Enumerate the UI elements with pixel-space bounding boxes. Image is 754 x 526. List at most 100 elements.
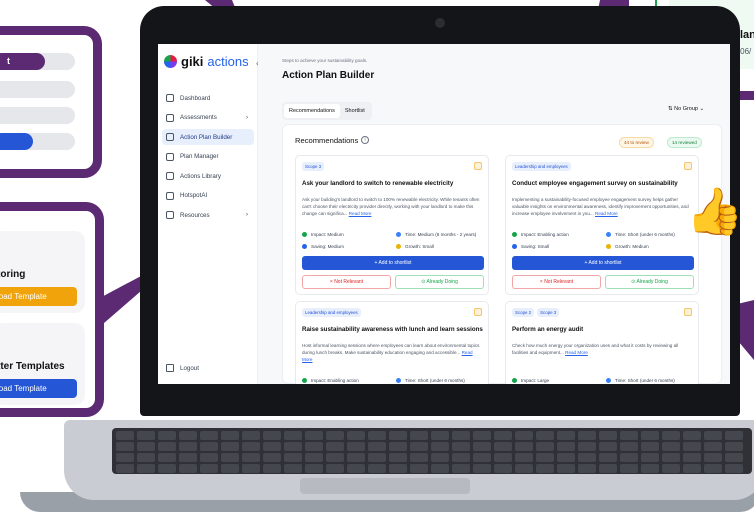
keyboard-key (641, 442, 659, 451)
keyboard-key (305, 453, 323, 462)
sidebar-item-label: Plan Manager (180, 153, 219, 160)
attribute-text: Saving: Small (521, 244, 550, 249)
keyboard-key (242, 431, 260, 440)
recommendation-card: Scope 2 Scope 3 Perform an energy audit Che… (505, 301, 699, 384)
keyboard-key (158, 453, 176, 462)
tab-shortlist[interactable]: Shortlist (340, 104, 370, 118)
bookmark-icon[interactable] (474, 162, 482, 170)
primary-button[interactable] (0, 133, 33, 150)
impact-icon (302, 232, 307, 237)
laptop-trackpad (300, 478, 470, 494)
page-title: Action Plan Builder (282, 70, 375, 81)
keyboard-key (137, 464, 155, 473)
keyboard-key (263, 464, 281, 473)
add-to-shortlist-button[interactable]: + Add to shortlist (302, 256, 484, 270)
group-select[interactable]: ⇅ No Group ⌄ (668, 106, 704, 112)
app-logo[interactable]: giki actions (164, 54, 249, 69)
not-relevant-button[interactable]: × Not Relevant (302, 275, 391, 289)
keyboard-key (116, 431, 134, 440)
attribute-text: Impact: Large (521, 378, 550, 383)
not-relevant-button[interactable]: × Not Relevant (512, 275, 601, 289)
download-template-button[interactable]: load Template (0, 287, 77, 306)
keyboard-key (473, 431, 491, 440)
keyboard-key (221, 431, 239, 440)
keyboard-key (200, 442, 218, 451)
chevron-down-icon: ⌄ (698, 106, 705, 112)
card-title: Ask your landlord to switch to renewable… (302, 180, 454, 187)
bookmark-icon[interactable] (474, 308, 482, 316)
keyboard-key (494, 442, 512, 451)
bookmark-icon[interactable] (684, 162, 692, 170)
dashboard-icon (166, 94, 174, 102)
card-description-text: Host informal learning sessions where em… (302, 343, 480, 355)
tab-recommendations[interactable]: Recommendations (284, 104, 340, 118)
sidebar-item[interactable]: Assessments › (162, 110, 254, 126)
keyboard-key (641, 431, 659, 440)
keyboard-key (158, 464, 176, 473)
keyboard-key (452, 431, 470, 440)
card-attribute: Saving: Small (512, 244, 549, 249)
keyboard-key (200, 453, 218, 462)
keyboard-key (431, 464, 449, 473)
recommendation-card: Scope 3 Ask your landlord to switch to re… (295, 155, 489, 295)
laptop-keyboard (112, 428, 752, 474)
camera-icon (435, 18, 445, 28)
sidebar-item[interactable]: Action Plan Builder (162, 129, 254, 145)
clock-icon (396, 378, 401, 383)
keyboard-key (347, 431, 365, 440)
add-to-shortlist-button[interactable]: + Add to shortlist (512, 256, 694, 270)
sidebar-item[interactable]: Actions Library (162, 168, 254, 184)
keyboard-key (347, 464, 365, 473)
breadcrumb: Steps to achieve your sustainability goa… (282, 58, 368, 63)
keyboard-key (368, 464, 386, 473)
keyboard-key (221, 464, 239, 473)
card-description: Implementing a sustainability-focused em… (512, 196, 694, 217)
keyboard-key (326, 442, 344, 451)
read-more-link[interactable]: Read More (565, 350, 588, 355)
info-icon[interactable]: i (361, 136, 369, 144)
card-attribute: Impact: Medium (302, 232, 344, 237)
sidebar-item[interactable]: Plan Manager (162, 149, 254, 165)
attribute-text: Saving: Medium (311, 244, 344, 249)
key-row (116, 453, 743, 462)
check-circle-icon (166, 133, 174, 141)
already-doing-button[interactable]: ⊙ Already Doing (395, 275, 484, 289)
card-description-text: Ask your building's landlord to switch t… (302, 197, 480, 216)
read-more-link[interactable]: Read More (349, 211, 372, 216)
keyboard-key (389, 442, 407, 451)
download-template-button[interactable]: load Template (0, 379, 77, 398)
keyboard-key (578, 431, 596, 440)
chevron-right-icon: › (246, 212, 248, 218)
keyboard-key (410, 431, 428, 440)
attribute-text: Impact: Enabling action (521, 232, 569, 237)
sidebar-item-label: Actions Library (180, 172, 221, 180)
recommendations-panel: Recommendations i 44 to review 14 review… (282, 124, 722, 384)
progress-bar-fill: t (0, 53, 45, 70)
keyboard-key (662, 442, 680, 451)
sidebar-item[interactable]: Dashboard (162, 90, 254, 106)
read-more-link[interactable]: Read More (595, 211, 618, 216)
logout-button[interactable]: Logout (166, 364, 199, 372)
impact-icon (512, 378, 517, 383)
keyboard-key (515, 453, 533, 462)
keyboard-key (263, 453, 281, 462)
keyboard-key (704, 442, 722, 451)
keyboard-key (536, 464, 554, 473)
main-content: Steps to achieve your sustainability goa… (258, 44, 730, 384)
already-doing-button[interactable]: ⊙ Already Doing (605, 275, 694, 289)
keyboard-key (368, 442, 386, 451)
attribute-text: Growth: Small (405, 244, 434, 249)
sidebar-item[interactable]: HotspotAI (162, 188, 254, 204)
keyboard-key (557, 464, 575, 473)
sliders-icon (166, 152, 174, 161)
saving-icon (302, 244, 307, 249)
keyboard-key (284, 442, 302, 451)
keyboard-key (536, 453, 554, 462)
growth-icon (606, 244, 611, 249)
sidebar-item[interactable]: Resources › (162, 207, 254, 223)
bookmark-icon[interactable] (684, 308, 692, 316)
keyboard-key (515, 431, 533, 440)
card-attribute: Impact: Enabling action (302, 378, 359, 383)
card-title: Perform an energy audit (512, 326, 584, 333)
keyboard-key (662, 431, 680, 440)
